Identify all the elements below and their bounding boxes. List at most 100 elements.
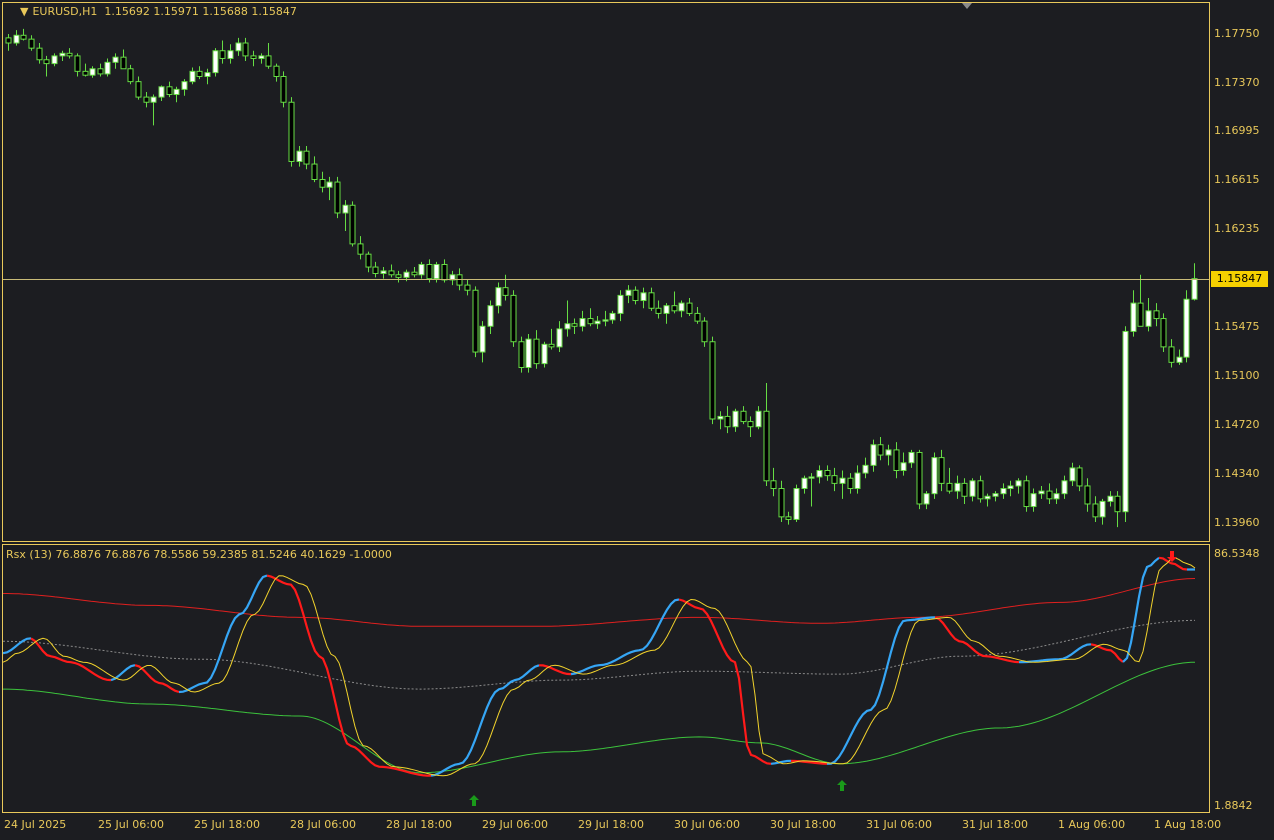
candle-bull-body bbox=[1099, 500, 1106, 518]
candle-bull-body bbox=[433, 263, 440, 280]
candle-bear-body bbox=[824, 469, 831, 477]
candle-bear-body bbox=[273, 65, 280, 77]
candle-bear-body bbox=[303, 150, 310, 165]
candle-bull-body bbox=[808, 476, 815, 479]
candle-bear-body bbox=[349, 204, 356, 245]
candle-bear-body bbox=[533, 338, 540, 365]
chart-svg[interactable] bbox=[0, 0, 1274, 837]
candle-bear-body bbox=[946, 482, 953, 492]
candle-bull-body bbox=[1053, 493, 1060, 500]
candle-bull-body bbox=[793, 488, 800, 520]
candle-bear-body bbox=[365, 253, 372, 268]
candle-bull-body bbox=[181, 81, 188, 90]
candle-bull-body bbox=[609, 312, 616, 321]
candle-bear-body bbox=[311, 163, 318, 180]
candle-bear-body bbox=[66, 52, 73, 57]
candle-bear-body bbox=[977, 480, 984, 500]
candle-bull-body bbox=[594, 320, 601, 325]
symbol-dropdown-icon[interactable]: ▼ bbox=[20, 5, 28, 18]
candle-bull-body bbox=[403, 271, 410, 278]
candle-bull-body bbox=[112, 56, 119, 63]
candle-bull-body bbox=[13, 34, 20, 44]
candle-bull-body bbox=[755, 410, 762, 428]
candle-bear-body bbox=[242, 42, 249, 57]
candle-bear-body bbox=[740, 410, 747, 423]
candle-bear-body bbox=[1168, 346, 1175, 363]
time-label: 29 Jul 18:00 bbox=[578, 818, 644, 831]
time-label: 31 Jul 18:00 bbox=[962, 818, 1028, 831]
candle-bull-body bbox=[1061, 480, 1068, 495]
indicator-scale-bottom: 1.8842 bbox=[1214, 799, 1253, 812]
candle-bull-body bbox=[969, 480, 976, 497]
candle-bull-body bbox=[564, 323, 571, 330]
candle-bear-body bbox=[97, 68, 104, 75]
candle-bull-body bbox=[1030, 493, 1037, 508]
candle-bull-body bbox=[89, 68, 96, 76]
candle-bull-body bbox=[640, 292, 647, 302]
candle-bull-body bbox=[1107, 495, 1114, 502]
candle-bear-body bbox=[686, 302, 693, 314]
candle-bull-body bbox=[204, 72, 211, 77]
time-label: 28 Jul 18:00 bbox=[386, 818, 452, 831]
candle-bear-body bbox=[938, 457, 945, 484]
time-label: 25 Jul 06:00 bbox=[98, 818, 164, 831]
candle-bear-body bbox=[847, 477, 854, 490]
candle-bull-body bbox=[258, 55, 265, 59]
candle-bull-body bbox=[579, 318, 586, 327]
candle-bear-body bbox=[28, 38, 35, 49]
chart-root[interactable]: ▼ EURUSD,H1 1.15692 1.15971 1.15688 1.158… bbox=[0, 0, 1274, 837]
candle-bull-body bbox=[104, 61, 111, 75]
price-label: 1.17370 bbox=[1214, 76, 1260, 89]
candle-bear-body bbox=[1023, 480, 1030, 508]
time-label: 25 Jul 18:00 bbox=[194, 818, 260, 831]
candle-bear-body bbox=[770, 480, 777, 490]
candle-bull-body bbox=[541, 343, 548, 365]
candle-bull-body bbox=[862, 464, 869, 474]
candle-bear-body bbox=[632, 289, 639, 302]
ohlc-values: 1.15692 1.15971 1.15688 1.15847 bbox=[104, 5, 297, 18]
candle-bull-body bbox=[479, 325, 486, 353]
candle-bear-body bbox=[5, 37, 12, 44]
candle-bear-body bbox=[280, 75, 287, 103]
candle-bull-body bbox=[235, 42, 242, 52]
candle-bear-body bbox=[411, 271, 418, 276]
bid-price-label: 1.15847 bbox=[1211, 271, 1268, 287]
candle-bull-body bbox=[326, 181, 333, 188]
symbol-timeframe: EURUSD,H1 bbox=[32, 5, 98, 18]
indicator-title: Rsx (13) 76.8876 76.8876 78.5586 59.2385… bbox=[6, 548, 392, 561]
candle-bull-body bbox=[617, 294, 624, 314]
time-label: 1 Aug 06:00 bbox=[1058, 818, 1126, 831]
candle-bull-body bbox=[801, 477, 808, 490]
candle-bull-body bbox=[1183, 298, 1190, 358]
candle-bull-body bbox=[1130, 302, 1137, 332]
candle-bear-body bbox=[1092, 503, 1099, 518]
time-label: 29 Jul 06:00 bbox=[482, 818, 548, 831]
candle-bull-body bbox=[854, 472, 861, 490]
candle-bull-body bbox=[984, 495, 991, 500]
candle-bull-body bbox=[954, 482, 961, 492]
candle-bear-body bbox=[655, 307, 662, 314]
candle-bull-body bbox=[380, 270, 387, 274]
candle-bear-body bbox=[587, 318, 594, 325]
candle-bear-body bbox=[166, 86, 173, 96]
candle-bear-body bbox=[472, 289, 479, 353]
candle-bull-body bbox=[816, 469, 823, 478]
candle-bear-body bbox=[571, 323, 578, 327]
price-label: 1.15100 bbox=[1214, 369, 1260, 382]
candle-bull-body bbox=[150, 96, 157, 103]
candle-bear-body bbox=[778, 488, 785, 518]
candle-bear-body bbox=[548, 343, 555, 348]
candle-bull-body bbox=[525, 338, 532, 368]
price-label: 1.14720 bbox=[1214, 418, 1260, 431]
candle-bull-body bbox=[923, 493, 930, 505]
candle-bear-body bbox=[43, 59, 50, 65]
candle-bear-body bbox=[74, 55, 81, 72]
time-label: 28 Jul 06:00 bbox=[290, 818, 356, 831]
candle-bear-body bbox=[709, 341, 716, 420]
candle-bull-body bbox=[931, 457, 938, 495]
candle-bear-body bbox=[502, 287, 509, 296]
candle-bull-body bbox=[227, 50, 234, 59]
price-label: 1.15475 bbox=[1214, 320, 1260, 333]
candle-bull-body bbox=[839, 477, 846, 484]
candle-bear-body bbox=[1160, 318, 1167, 348]
